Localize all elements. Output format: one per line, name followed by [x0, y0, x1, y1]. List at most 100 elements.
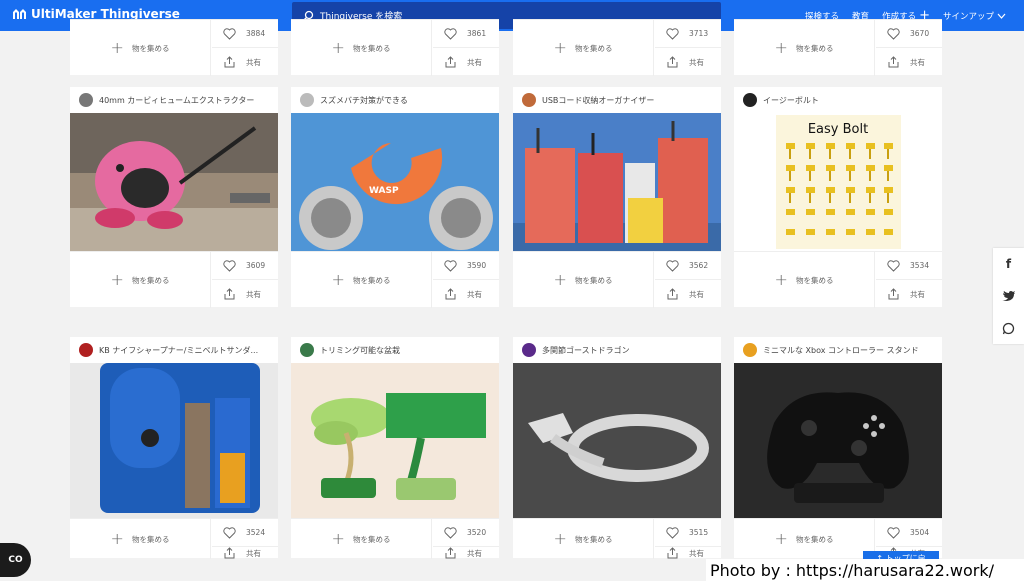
- thing-card[interactable]: + 物を集める 3670 共有: [734, 19, 942, 76]
- thing-card[interactable]: 40mm カービィヒュームエクストラクター + 物を集める 3609 共有: [70, 87, 278, 308]
- creator-avatar[interactable]: [79, 93, 93, 107]
- like-count: 3515: [689, 528, 709, 537]
- share-button[interactable]: 共有: [655, 48, 721, 76]
- card-title[interactable]: イージーボルト: [763, 95, 819, 106]
- heart-icon: [223, 259, 236, 272]
- collect-button[interactable]: + 物を集める: [513, 519, 654, 559]
- collect-button[interactable]: + 物を集める: [513, 20, 654, 76]
- share-button[interactable]: 共有: [876, 48, 942, 76]
- card-actions: + 物を集める 3520 共有: [291, 518, 499, 559]
- share-icon: [888, 288, 899, 300]
- collect-button[interactable]: + 物を集める: [70, 252, 211, 308]
- card-header[interactable]: イージーボルト: [734, 87, 942, 113]
- card-header[interactable]: トリミング可能な盆栽: [291, 337, 499, 363]
- creator-avatar[interactable]: [79, 343, 93, 357]
- card-header[interactable]: 多関節ゴーストドラゴン: [513, 337, 721, 363]
- collect-button[interactable]: + 物を集める: [513, 252, 654, 308]
- share-button[interactable]: 共有: [433, 280, 499, 308]
- collect-button[interactable]: + 物を集める: [734, 20, 875, 76]
- thing-card[interactable]: KB ナイフシャープナー/ミニベルトサンダ... + 物を集める 3524 共有: [70, 337, 278, 559]
- thing-thumbnail[interactable]: [513, 113, 721, 251]
- thing-thumbnail[interactable]: [70, 363, 278, 518]
- share-label: 共有: [467, 289, 482, 299]
- card-header[interactable]: スズメバチ対策ができる: [291, 87, 499, 113]
- thing-card[interactable]: ミニマルな Xbox コントローラー スタンド +物を集める 3504 共有: [734, 337, 942, 559]
- creator-avatar[interactable]: [522, 93, 536, 107]
- thing-card[interactable]: スズメバチ対策ができる WASP + 物を集める 3590 共有: [291, 87, 499, 308]
- card-title[interactable]: KB ナイフシャープナー/ミニベルトサンダ...: [99, 345, 258, 356]
- collect-button[interactable]: + 物を集める: [734, 519, 875, 559]
- share-button[interactable]: 共有: [433, 547, 499, 559]
- card-title[interactable]: 40mm カービィヒュームエクストラクター: [99, 95, 254, 106]
- like-button[interactable]: 3884: [212, 20, 278, 48]
- plus-icon: +: [110, 529, 124, 548]
- thing-thumbnail[interactable]: [70, 113, 278, 251]
- thing-card[interactable]: + 物を集める 3861 共有: [291, 19, 499, 76]
- creator-avatar[interactable]: [522, 343, 536, 357]
- share-button[interactable]: 共有: [655, 547, 721, 559]
- card-title[interactable]: USBコード収納オーガナイザー: [542, 95, 654, 106]
- plus-icon: +: [553, 270, 567, 289]
- ultimaker-logo-icon: [13, 9, 26, 19]
- card-title[interactable]: トリミング可能な盆栽: [320, 345, 400, 356]
- heart-icon: [223, 526, 236, 539]
- thing-card[interactable]: + 物を集める 3884 共有: [70, 19, 278, 76]
- collect-button[interactable]: + 物を集める: [70, 519, 211, 559]
- share-button[interactable]: 共有: [212, 280, 278, 308]
- heart-icon: [444, 259, 457, 272]
- like-button[interactable]: 3713: [655, 20, 721, 48]
- like-button[interactable]: 3515: [655, 519, 721, 547]
- thing-thumbnail[interactable]: [513, 363, 721, 518]
- thing-card[interactable]: 多関節ゴーストドラゴン + 物を集める 3515 共有: [513, 337, 721, 559]
- like-button[interactable]: 3562: [655, 252, 721, 280]
- cc-button[interactable]: CO: [0, 543, 31, 577]
- collect-button[interactable]: + 物を集める: [734, 252, 875, 308]
- collect-button[interactable]: + 物を集める: [291, 252, 432, 308]
- heart-icon: [887, 526, 900, 539]
- heart-icon: [666, 526, 679, 539]
- like-button[interactable]: 3520: [433, 519, 499, 547]
- collect-label: 物を集める: [352, 275, 391, 285]
- collect-button[interactable]: + 物を集める: [291, 519, 432, 559]
- like-button[interactable]: 3670: [876, 20, 942, 48]
- card-title[interactable]: 多関節ゴーストドラゴン: [542, 345, 630, 356]
- thing-thumbnail[interactable]: WASP: [291, 113, 499, 251]
- share-label: 共有: [689, 289, 704, 299]
- thing-card[interactable]: + 物を集める 3713 共有: [513, 19, 721, 76]
- thing-thumbnail[interactable]: [734, 363, 942, 518]
- creator-avatar[interactable]: [300, 93, 314, 107]
- card-header[interactable]: ミニマルな Xbox コントローラー スタンド: [734, 337, 942, 363]
- like-button[interactable]: 3504: [876, 519, 942, 547]
- share-button[interactable]: 共有: [655, 280, 721, 308]
- share-button[interactable]: 共有: [433, 48, 499, 76]
- share-button[interactable]: 共有: [212, 547, 278, 559]
- card-header[interactable]: KB ナイフシャープナー/ミニベルトサンダ...: [70, 337, 278, 363]
- thing-card[interactable]: イージーボルト Easy Bolt + 物を集める 3534 共有: [734, 87, 942, 308]
- like-button[interactable]: 3524: [212, 519, 278, 547]
- card-title[interactable]: ミニマルな Xbox コントローラー スタンド: [763, 345, 919, 356]
- collect-label: 物を集める: [795, 534, 834, 544]
- whatsapp-icon[interactable]: [993, 312, 1024, 344]
- card-title[interactable]: スズメバチ対策ができる: [320, 95, 408, 106]
- twitter-icon[interactable]: [993, 280, 1024, 312]
- collect-button[interactable]: + 物を集める: [70, 20, 211, 76]
- thing-thumbnail[interactable]: Easy Bolt: [734, 113, 942, 251]
- like-button[interactable]: 3861: [433, 20, 499, 48]
- like-button[interactable]: 3590: [433, 252, 499, 280]
- facebook-icon[interactable]: f: [993, 248, 1024, 280]
- nav-signup[interactable]: サインアップ: [943, 10, 1006, 22]
- share-button[interactable]: 共有: [876, 280, 942, 308]
- creator-avatar[interactable]: [300, 343, 314, 357]
- creator-avatar[interactable]: [743, 343, 757, 357]
- thing-card[interactable]: トリミング可能な盆栽 + 物を集める 3520 共有: [291, 337, 499, 559]
- like-button[interactable]: 3609: [212, 252, 278, 280]
- thing-card[interactable]: USBコード収納オーガナイザー + 物を集める 3562 共有: [513, 87, 721, 308]
- like-button[interactable]: 3534: [876, 252, 942, 280]
- share-button[interactable]: 共有: [212, 48, 278, 76]
- collect-button[interactable]: + 物を集める: [291, 20, 432, 76]
- thing-thumbnail[interactable]: [291, 363, 499, 518]
- xbox-stand-image: [734, 363, 942, 518]
- card-header[interactable]: USBコード収納オーガナイザー: [513, 87, 721, 113]
- creator-avatar[interactable]: [743, 93, 757, 107]
- card-header[interactable]: 40mm カービィヒュームエクストラクター: [70, 87, 278, 113]
